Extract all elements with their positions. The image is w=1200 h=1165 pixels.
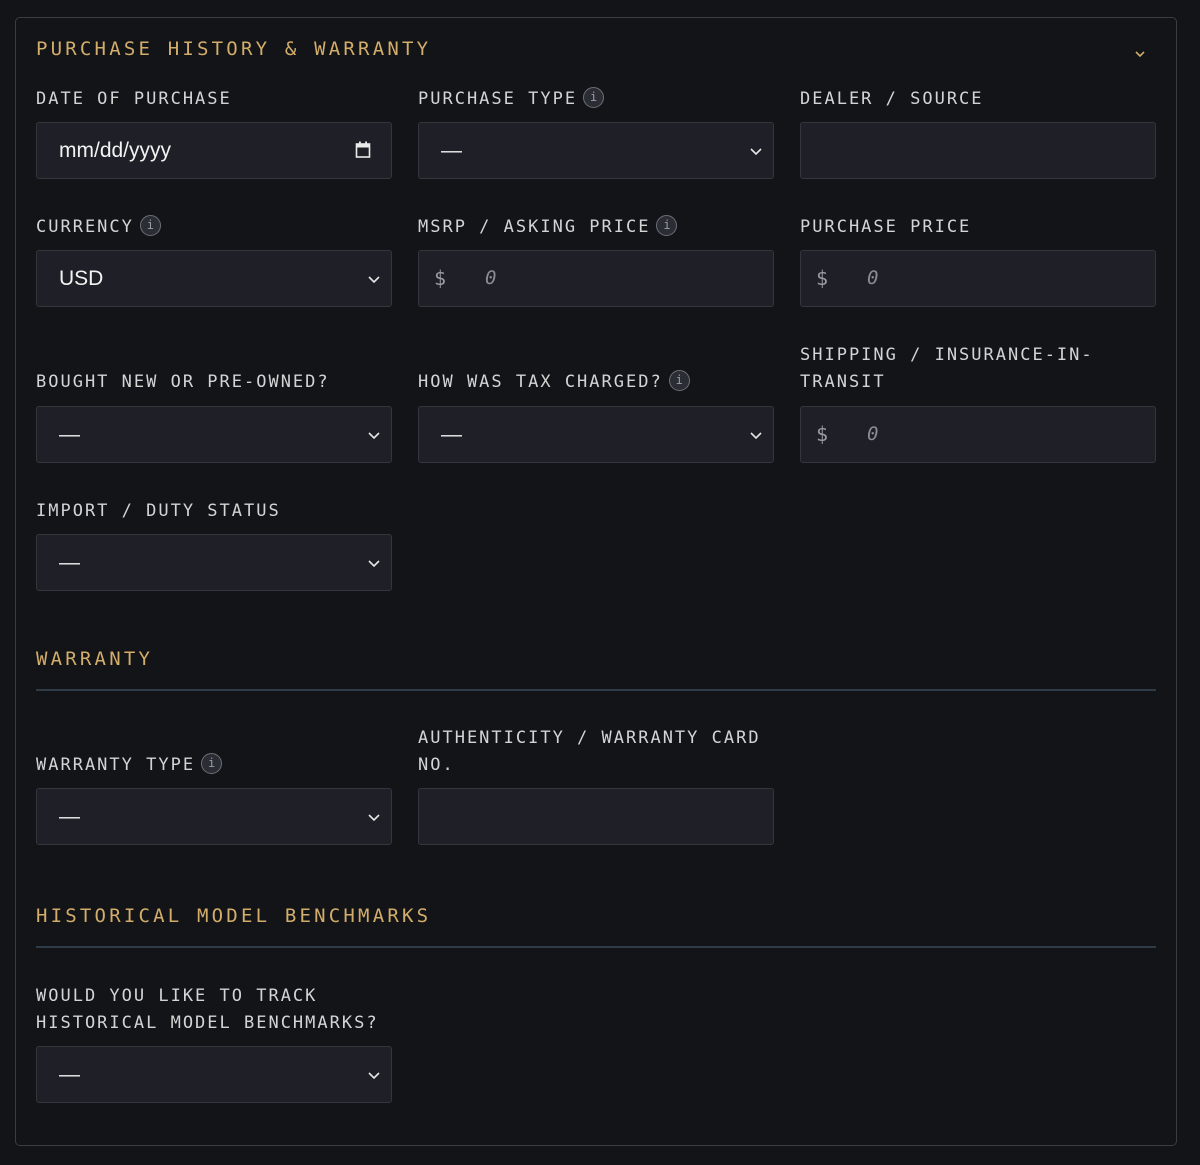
- warranty-type-value: —: [59, 805, 80, 828]
- benchmarks-divider: [36, 946, 1156, 948]
- warranty-type-label: WARRANTY TYPE i: [36, 752, 223, 779]
- shipping-input[interactable]: $ 0: [800, 406, 1156, 463]
- purchase-price-label: PURCHASE PRICE: [800, 217, 972, 237]
- info-icon[interactable]: i: [656, 214, 678, 236]
- currency-label: CURRENCY i: [36, 214, 161, 241]
- info-icon[interactable]: i: [139, 214, 161, 236]
- chevron-down-icon: [368, 432, 380, 440]
- warranty-type-select[interactable]: —: [36, 788, 392, 845]
- dealer-source-label: DEALER / SOURCE: [800, 89, 984, 109]
- warranty-divider: [36, 689, 1156, 691]
- tax-select[interactable]: —: [418, 406, 774, 463]
- currency-symbol: $: [816, 422, 829, 446]
- chevron-down-icon: [368, 814, 380, 822]
- purchase-price-input[interactable]: $ 0: [800, 250, 1156, 307]
- purchase-price-placeholder: 0: [867, 267, 879, 289]
- currency-select[interactable]: USD: [36, 250, 392, 307]
- condition-label: BOUGHT NEW OR PRE-OWNED?: [36, 372, 330, 392]
- shipping-label: SHIPPING / INSURANCE-IN-TRANSIT: [800, 345, 1094, 392]
- track-benchmarks-value: —: [59, 1063, 80, 1086]
- info-icon[interactable]: i: [668, 369, 690, 391]
- warranty-card-input[interactable]: [418, 788, 774, 845]
- purchase-type-label-text: PURCHASE TYPE: [418, 89, 578, 109]
- purchase-history-panel: PURCHASE HISTORY & WARRANTY DATE OF PURC…: [15, 17, 1177, 1146]
- tax-label-text: HOW WAS TAX CHARGED?: [418, 372, 663, 392]
- chevron-down-icon: [750, 432, 762, 440]
- condition-value: —: [59, 423, 80, 446]
- msrp-input[interactable]: $ 0: [418, 250, 774, 307]
- track-benchmarks-label: WOULD YOU LIKE TO TRACK HISTORICAL MODEL…: [36, 986, 379, 1033]
- condition-select[interactable]: —: [36, 406, 392, 463]
- date-of-purchase-input[interactable]: mm/dd/yyyy: [36, 122, 392, 179]
- msrp-label-text: MSRP / ASKING PRICE: [418, 217, 651, 237]
- chevron-down-icon: [368, 276, 380, 284]
- warranty-type-label-text: WARRANTY TYPE: [36, 755, 196, 775]
- shipping-placeholder: 0: [867, 423, 879, 445]
- warranty-card-label: AUTHENTICITY / WARRANTY CARD NO.: [418, 728, 761, 775]
- import-duty-value: —: [59, 551, 80, 574]
- collapse-chevron-icon[interactable]: [1134, 48, 1146, 60]
- import-duty-select[interactable]: —: [36, 534, 392, 591]
- msrp-placeholder: 0: [485, 267, 497, 289]
- currency-symbol: $: [816, 266, 829, 290]
- date-placeholder: mm/dd/yyyy: [59, 139, 172, 162]
- purchase-type-value: —: [441, 139, 462, 162]
- currency-symbol: $: [434, 266, 447, 290]
- info-icon[interactable]: i: [583, 86, 605, 108]
- warranty-section-title: WARRANTY: [36, 648, 154, 670]
- calendar-icon[interactable]: [355, 141, 371, 159]
- chevron-down-icon: [368, 560, 380, 568]
- currency-value: USD: [59, 267, 104, 290]
- section-title: PURCHASE HISTORY & WARRANTY: [36, 38, 432, 60]
- dealer-source-input[interactable]: [800, 122, 1156, 179]
- tax-value: —: [441, 423, 462, 446]
- benchmarks-section-title: HISTORICAL MODEL BENCHMARKS: [36, 905, 432, 927]
- chevron-down-icon: [750, 148, 762, 156]
- chevron-down-icon: [368, 1072, 380, 1080]
- date-of-purchase-label: DATE OF PURCHASE: [36, 89, 232, 109]
- tax-label: HOW WAS TAX CHARGED? i: [418, 369, 690, 396]
- import-duty-label: IMPORT / DUTY STATUS: [36, 501, 281, 521]
- track-benchmarks-select[interactable]: —: [36, 1046, 392, 1103]
- msrp-label: MSRP / ASKING PRICE i: [418, 214, 678, 241]
- purchase-type-select[interactable]: —: [418, 122, 774, 179]
- currency-label-text: CURRENCY: [36, 217, 134, 237]
- info-icon[interactable]: i: [201, 752, 223, 774]
- purchase-type-label: PURCHASE TYPE i: [418, 86, 605, 113]
